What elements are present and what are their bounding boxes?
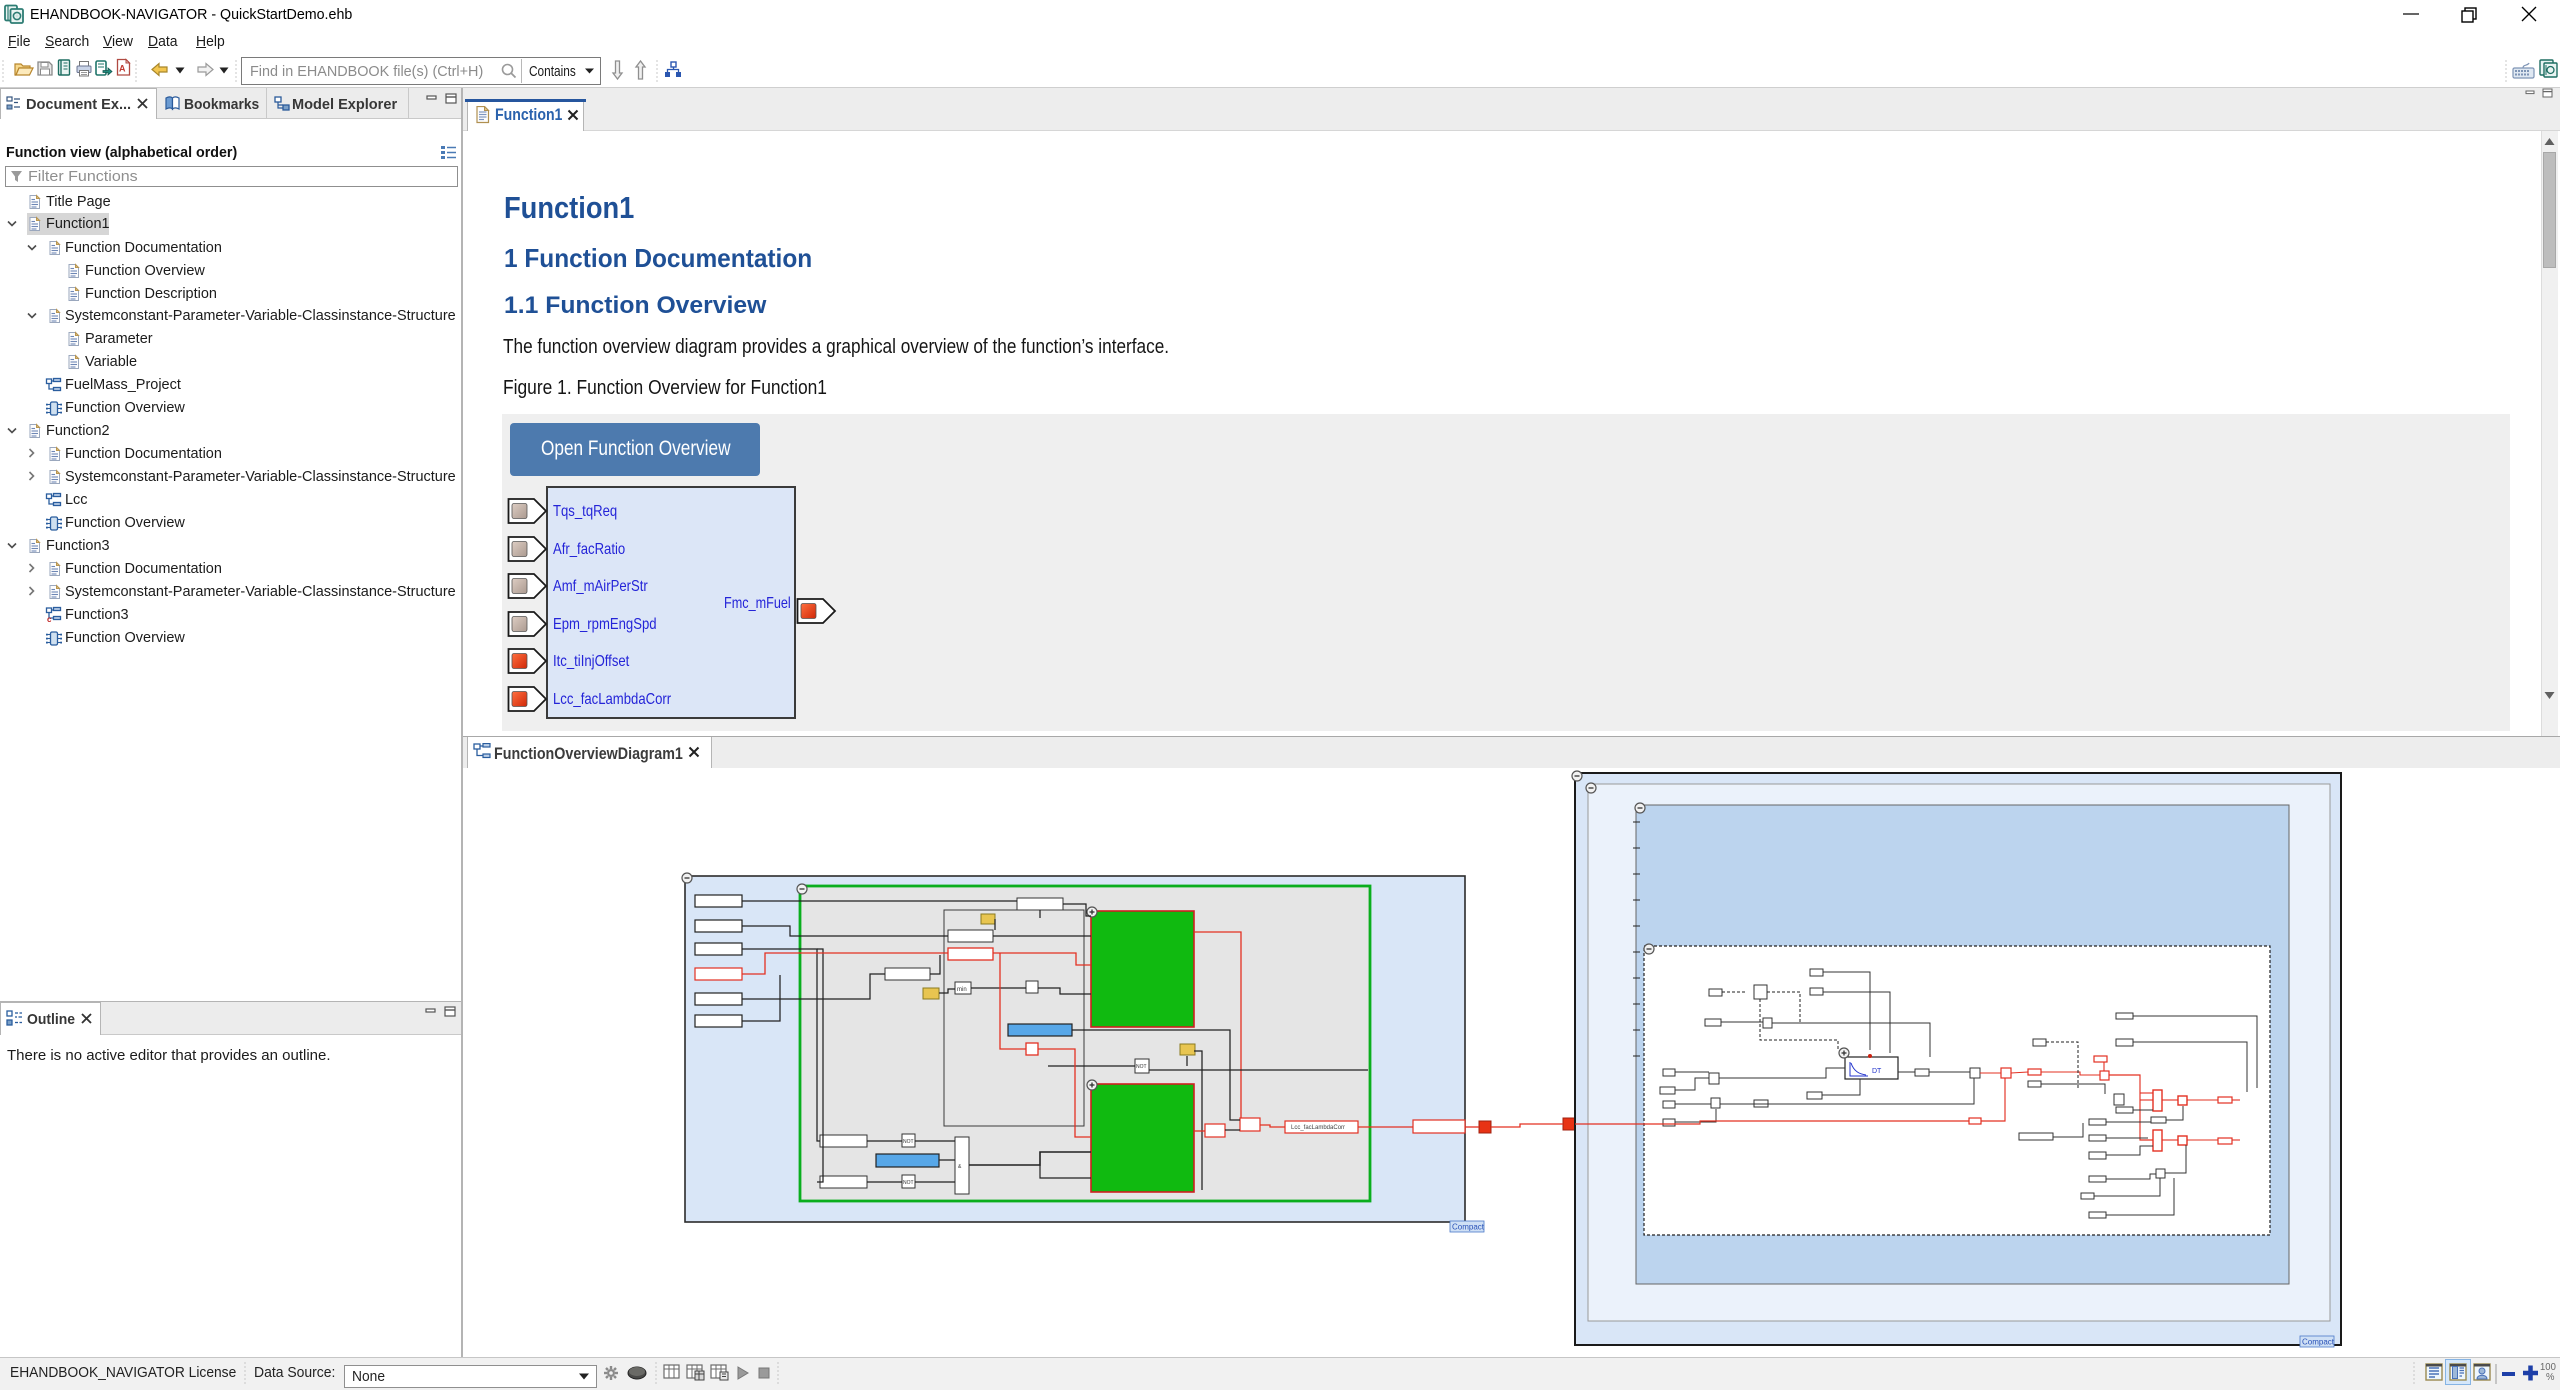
svg-text:DT: DT [1872,1068,1882,1075]
svg-text:Compact: Compact [1452,1223,1485,1232]
svg-text:Compact: Compact [2302,1338,2335,1347]
svg-text:NOT: NOT [903,1180,914,1186]
svg-text:NOT: NOT [903,1139,914,1145]
svg-text:min: min [957,987,967,993]
svg-text:Lcc_facLambdaCorr: Lcc_facLambdaCorr [1291,1125,1345,1131]
svg-text:NOT: NOT [1136,1064,1147,1070]
